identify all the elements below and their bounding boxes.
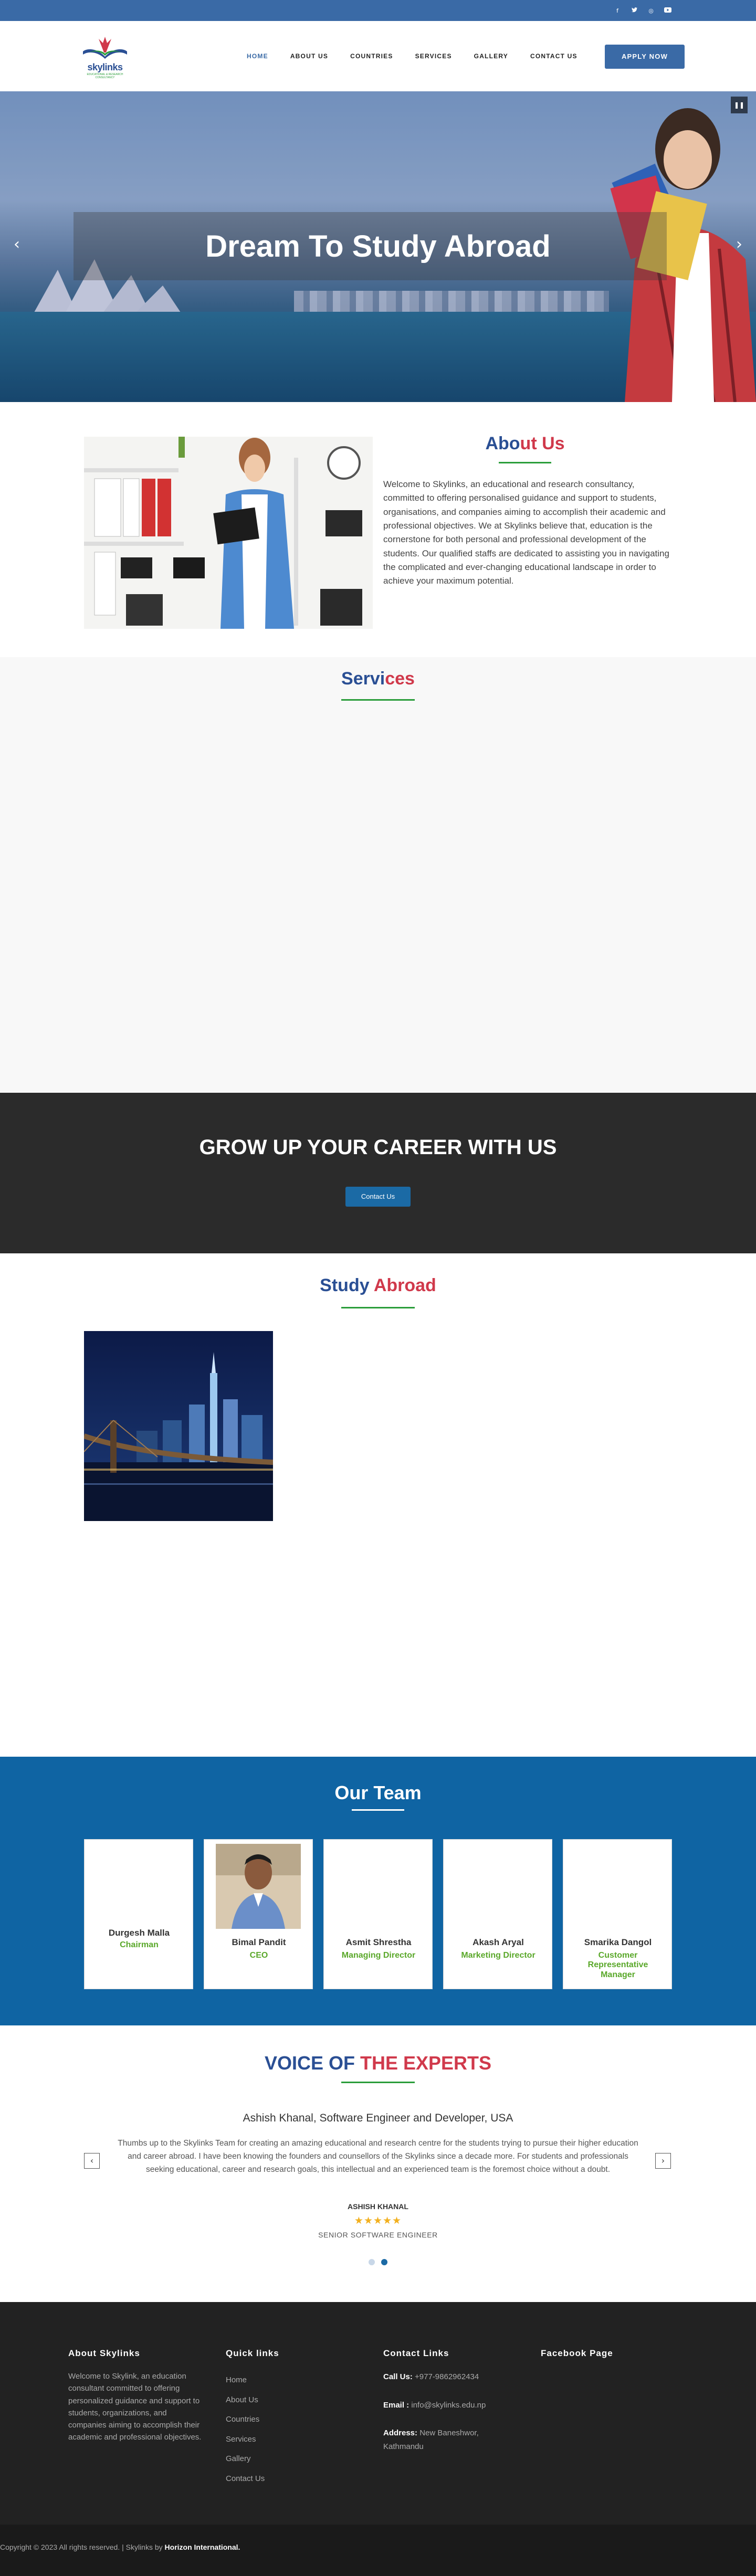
footer-about-title: About Skylinks [68, 2348, 140, 2358]
testimonial-next-icon[interactable]: › [655, 2153, 671, 2169]
about-text: Welcome to Skylinks, an educational and … [383, 479, 669, 586]
testimonial-author: ASHISH KHANAL [348, 2202, 408, 2211]
team-member-name: Bimal Pandit [232, 1937, 286, 1947]
team-member-name: Durgesh Malla [108, 1928, 170, 1938]
carousel-dot-active[interactable] [381, 2259, 387, 2265]
youtube-icon[interactable] [663, 7, 673, 15]
carousel-dot[interactable] [369, 2259, 375, 2265]
team-member-photo [216, 1844, 301, 1929]
nav-home[interactable]: HOME [247, 52, 268, 60]
team-title-underline [352, 1809, 404, 1811]
about-image [84, 437, 373, 629]
testimonial-text: Thumbs up to the Skylinks Team for creat… [118, 2139, 638, 2174]
footer-link-gallery[interactable]: Gallery [226, 2449, 279, 2469]
main-nav: HOME ABOUT US COUNTRIES SERVICES GALLERY… [247, 52, 578, 60]
testimonial-heading: Ashish Khanal, Software Engineer and Dev… [243, 2112, 513, 2124]
footer-email[interactable]: Email : info@skylinks.edu.np [383, 2399, 499, 2412]
about-title-underline [499, 462, 551, 463]
team-member-name: Akash Aryal [472, 1937, 524, 1947]
career-cta-section: GROW UP YOUR CAREER WITH US Contact Us [0, 1093, 756, 1253]
study-abroad-title-underline [341, 1307, 415, 1308]
site-header: skylinks EDUCATIONAL & RESEARCH CONSULTA… [0, 21, 756, 91]
rating-stars-icon: ★★★★★ [354, 2215, 402, 2226]
pause-icon[interactable]: ❚❚ [731, 97, 748, 113]
services-title: Services [341, 669, 415, 689]
logo-tagline: EDUCATIONAL & RESEARCH CONSULTANCY [87, 73, 123, 79]
footer-link-about-us[interactable]: About Us [226, 2390, 279, 2410]
footer-address: Address: New Baneshwor, Kathmandu [383, 2429, 479, 2451]
hero-slider: Dream To Study Abroad ‹ › ❚❚ [0, 91, 756, 402]
social-links: f ◎ [612, 7, 673, 15]
footer-link-services[interactable]: Services [226, 2430, 279, 2450]
hero-prev-arrow-icon[interactable]: ‹ [6, 234, 27, 255]
footer-link-contact-us[interactable]: Contact Us [226, 2469, 279, 2489]
team-member-role: Managing Director [341, 1951, 416, 1960]
team-section: Our Team Durgesh Malla Chairman Bimal Pa… [0, 1757, 756, 2025]
copyright-text: Copyright © 2023 All rights reserved. | … [0, 2543, 240, 2551]
footer-quick-links: Quick links Home About Us Countries Serv… [226, 2348, 279, 2488]
contact-us-button[interactable]: Contact Us [345, 1187, 411, 1207]
nav-about-us[interactable]: ABOUT US [290, 52, 328, 60]
footer-link-home[interactable]: Home [226, 2370, 279, 2390]
instagram-icon[interactable]: ◎ [646, 7, 656, 15]
footer-facebook-title: Facebook Page [541, 2348, 613, 2358]
study-abroad-destination-image[interactable] [84, 1331, 273, 1521]
team-member-name: Asmit Shrestha [345, 1937, 412, 1947]
footer-link-countries[interactable]: Countries [226, 2410, 279, 2430]
twitter-icon[interactable] [629, 7, 639, 15]
hero-title: Dream To Study Abroad [205, 229, 551, 263]
apply-now-button[interactable]: APPLY NOW [605, 45, 685, 69]
services-section: Services [0, 657, 756, 1093]
nav-contact-us[interactable]: CONTACT US [530, 52, 578, 60]
team-member-name: Smarika Dangol [584, 1937, 652, 1947]
footer-about: About Skylinks Welcome to Skylink, an ed… [68, 2348, 202, 2444]
team-member-role: Customer Representative Manager [587, 1951, 648, 1979]
team-card[interactable]: Smarika Dangol Customer Representative M… [563, 1839, 672, 1989]
team-card[interactable]: Akash Aryal Marketing Director [443, 1839, 552, 1989]
footer-facebook: Facebook Page [541, 2348, 613, 2370]
team-title: Our Team [334, 1782, 422, 1803]
top-bar: f ◎ [0, 0, 756, 21]
copyright-bar: Copyright © 2023 All rights reserved. | … [0, 2525, 756, 2576]
footer-about-text: Welcome to Skylink, an education consult… [68, 2372, 202, 2442]
hero-next-arrow-icon[interactable]: › [729, 234, 750, 255]
team-member-role: Chairman [120, 1940, 159, 1949]
facebook-icon[interactable]: f [612, 7, 623, 15]
services-title-underline [341, 699, 415, 701]
nav-gallery[interactable]: GALLERY [474, 52, 508, 60]
footer-phone[interactable]: Call Us: +977-9862962434 [383, 2370, 499, 2384]
team-member-role: Marketing Director [461, 1951, 536, 1960]
cta-title: GROW UP YOUR CAREER WITH US [199, 1136, 557, 1159]
study-abroad-title: Study Abroad [320, 1275, 436, 1295]
team-card[interactable]: Asmit Shrestha Managing Director [323, 1839, 433, 1989]
testimonial-prev-icon[interactable]: ‹ [84, 2153, 100, 2169]
logo-wordmark: skylinks [87, 62, 123, 72]
footer-contact-title: Contact Links [383, 2348, 449, 2358]
team-card[interactable]: Durgesh Malla Chairman [84, 1839, 193, 1989]
nav-countries[interactable]: COUNTRIES [350, 52, 393, 60]
nav-services[interactable]: SERVICES [415, 52, 452, 60]
testimonials-title-underline [341, 2082, 415, 2083]
testimonials-title: VOICE OF THE EXPERTS [264, 2052, 492, 2074]
team-card[interactable]: Bimal Pandit CEO [204, 1839, 313, 1989]
team-member-role: CEO [249, 1951, 268, 1960]
copyright-brand-link[interactable]: Horizon International. [165, 2543, 240, 2551]
testimonial-position: SENIOR SOFTWARE ENGINEER [318, 2231, 438, 2239]
footer-quick-title: Quick links [226, 2348, 279, 2358]
footer-contact: Contact Links Call Us: +977-9862962434 E… [383, 2348, 499, 2463]
site-logo[interactable]: skylinks EDUCATIONAL & RESEARCH CONSULTA… [79, 36, 131, 79]
about-title: About Us [485, 434, 565, 453]
